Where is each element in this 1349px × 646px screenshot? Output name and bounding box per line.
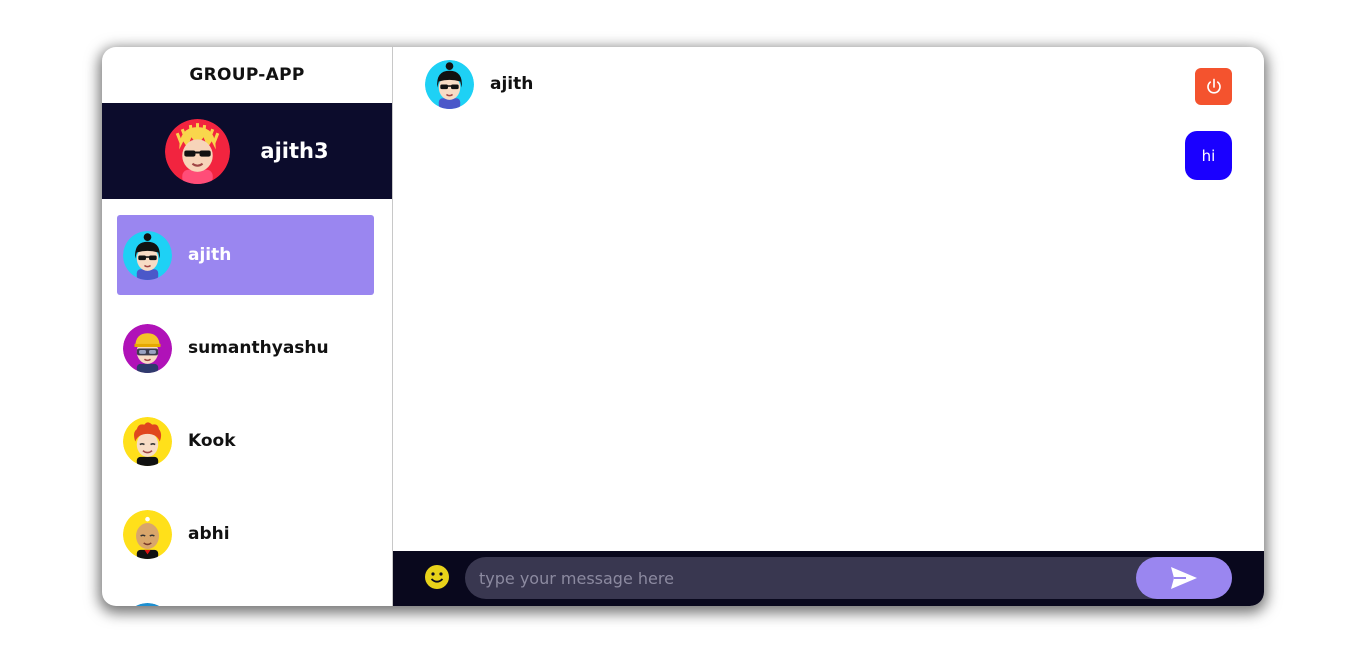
avatar-black-hair-sunglasses-icon xyxy=(425,59,474,109)
app-window: GROUP-APP ajith3 ajith sumanthyashu Kook… xyxy=(102,47,1264,606)
user-item-label: abhi xyxy=(188,524,230,544)
current-user-name: ajith3 xyxy=(260,139,329,163)
current-user-card: ajith3 xyxy=(102,103,392,199)
user-item-label: ajith xyxy=(188,245,232,265)
app-title: GROUP-APP xyxy=(189,65,305,85)
send-icon xyxy=(1171,567,1197,589)
avatar-bald-icon xyxy=(123,509,172,559)
avatar-blonde-sunglasses-icon xyxy=(165,118,231,184)
chat-header-name: ajith xyxy=(490,74,534,94)
user-item-kook[interactable]: Kook xyxy=(117,401,374,481)
message-composer xyxy=(393,551,1264,606)
user-item-ajith[interactable]: ajith xyxy=(117,215,374,295)
avatar-black-hair-sunglasses-icon xyxy=(123,230,172,280)
user-item-sumanthyashu[interactable]: sumanthyashu xyxy=(117,308,374,388)
send-button[interactable] xyxy=(1136,557,1232,599)
message-input-wrapper xyxy=(465,557,1232,599)
chat-panel: ajith hi xyxy=(393,47,1264,606)
avatar-red-hair-icon xyxy=(123,416,172,466)
user-item-abhi[interactable]: abhi xyxy=(117,494,374,574)
smiley-icon[interactable] xyxy=(424,564,450,590)
message-bubble-sent: hi xyxy=(1185,131,1232,180)
user-list: ajith sumanthyashu Kook abhi xyxy=(102,199,392,606)
sidebar: GROUP-APP ajith3 ajith sumanthyashu Kook… xyxy=(102,47,393,606)
user-item-partial[interactable] xyxy=(117,587,374,606)
message-input[interactable] xyxy=(479,557,1119,599)
chat-header: ajith xyxy=(393,47,1264,121)
avatar-goggles-icon xyxy=(123,323,172,373)
power-icon xyxy=(1206,78,1221,94)
user-item-label: Kook xyxy=(188,431,236,451)
avatar-partial-icon xyxy=(134,602,161,606)
user-item-label: sumanthyashu xyxy=(188,338,329,358)
logout-button[interactable] xyxy=(1195,68,1232,105)
